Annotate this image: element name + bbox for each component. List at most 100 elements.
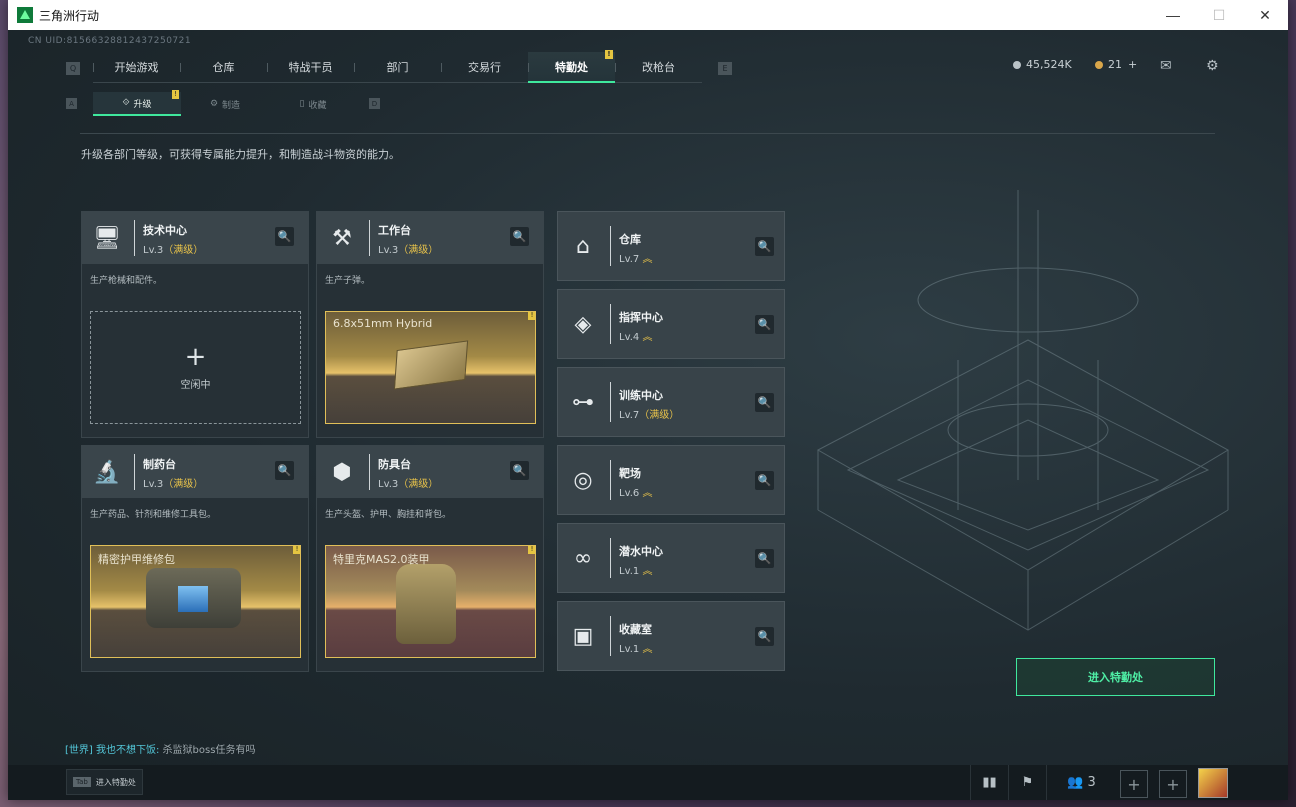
card-shooting-range[interactable]: ◎ 靶场 Lv.6 ︽ 🔍	[557, 445, 785, 515]
card-title: 潜水中心	[619, 545, 663, 558]
alert-badge: !	[528, 312, 535, 320]
ticket-icon	[1095, 60, 1103, 69]
search-icon[interactable]: 🔍	[510, 227, 529, 246]
empty-production-slot[interactable]: + 空闲中	[90, 311, 301, 424]
tab-label: 升级	[133, 99, 152, 110]
card-subtitle: 生产头盔、护甲、胸挂和背包。	[325, 510, 452, 520]
search-icon[interactable]: 🔍	[755, 549, 774, 568]
chat-sender: 我也不想下饭:	[96, 745, 160, 756]
ticket-balance[interactable]: 21 +	[1095, 58, 1137, 71]
card-collection-room[interactable]: ▣ 收藏室 Lv.1 ︽ 🔍	[557, 601, 785, 671]
alert-badge: !	[293, 546, 300, 554]
nav-next-key[interactable]: E	[718, 62, 732, 75]
computer-icon: 🖥	[93, 225, 121, 251]
base-structure-illustration	[816, 190, 1230, 631]
cubes-icon: ⬢	[332, 459, 352, 485]
slot-item-name: 精密护甲维修包	[98, 553, 175, 566]
card-level: Lv.4 ︽	[619, 332, 653, 343]
nav-prev-key[interactable]: Q	[66, 62, 80, 75]
card-diving-center[interactable]: ∞ 潜水中心 Lv.1 ︽ 🔍	[557, 523, 785, 593]
card-subtitle: 生产药品、针剂和维修工具包。	[90, 510, 217, 520]
card-level: Lv.3（满级）	[378, 479, 439, 490]
tab-collection[interactable]: ▯ 收藏	[269, 92, 357, 116]
chat-text: 杀监狱boss任务有吗	[162, 745, 256, 756]
mail-icon[interactable]: ✉	[1160, 58, 1172, 74]
search-icon[interactable]: 🔍	[755, 393, 774, 412]
divider	[134, 454, 135, 490]
chat-message[interactable]: [世界] 我也不想下饭: 杀监狱boss任务有吗	[65, 741, 255, 756]
card-tech-center[interactable]: 🖥 技术中心 Lv.3（满级） 🔍 生产枪械和配件。 + 空闲中	[81, 211, 309, 438]
slot-item-name: 特里克MAS2.0装甲	[333, 553, 430, 566]
friends-count: 3	[1087, 775, 1096, 790]
card-subtitle: 生产子弹。	[325, 276, 371, 286]
alert-badge: !	[605, 50, 613, 59]
card-level: Lv.7 ︽	[619, 254, 653, 265]
enter-special-ops-button[interactable]: 进入特勤处	[1016, 658, 1215, 696]
flag-icon[interactable]: ⚑	[1008, 765, 1046, 800]
stats-icon[interactable]: ▮▮	[970, 765, 1008, 800]
avatar[interactable]	[1198, 768, 1228, 798]
minimize-button[interactable]: —	[1150, 0, 1196, 30]
card-pharmacy[interactable]: 🔬 制药台 Lv.3（满级） 🔍 生产药品、针剂和维修工具包。 精密护甲维修包 …	[81, 445, 309, 672]
card-level: Lv.1 ︽	[619, 566, 653, 577]
coin-icon	[1013, 60, 1021, 69]
add-party-slot-button[interactable]: +	[1159, 770, 1187, 798]
card-command-center[interactable]: ◈ 指挥中心 Lv.4 ︽ 🔍	[557, 289, 785, 359]
search-icon[interactable]: 🔍	[275, 227, 294, 246]
app-logo-icon	[17, 7, 33, 23]
search-icon[interactable]: 🔍	[755, 627, 774, 646]
card-level: Lv.6 ︽	[619, 488, 653, 499]
repair-kit-image	[146, 568, 241, 628]
tab-craft[interactable]: ⚙ 制造	[181, 92, 269, 116]
game-window: 三角洲行动 — ☐ ✕ CN UID:8156632881243725072​1	[8, 0, 1288, 800]
card-workbench[interactable]: ⚒ 工作台 Lv.3（满级） 🔍 生产子弹。 6.8x51mm Hybrid !	[316, 211, 544, 438]
upgrade-icon: ⟐	[122, 98, 130, 108]
nav-warehouse[interactable]: 仓库	[180, 52, 267, 83]
search-icon[interactable]: 🔍	[275, 461, 294, 480]
search-icon[interactable]: 🔍	[510, 461, 529, 480]
nav-gunsmith[interactable]: 改枪台	[615, 52, 702, 83]
card-title: 指挥中心	[619, 311, 663, 324]
nav-special-ops[interactable]: 特勤处!	[528, 50, 615, 83]
tab-hint-label: 进入特勤处	[95, 777, 136, 787]
nav-label: 仓库	[212, 61, 235, 74]
card-training-center[interactable]: ⊶ 训练中心 Lv.7（满级） 🔍	[557, 367, 785, 437]
slot-item-name: 6.8x51mm Hybrid	[333, 317, 433, 330]
coin-balance[interactable]: 45,524K	[1013, 58, 1072, 71]
production-slot[interactable]: 6.8x51mm Hybrid !	[325, 311, 536, 424]
nav-operators[interactable]: 特战干员	[267, 52, 354, 83]
ticket-add-button[interactable]: +	[1128, 58, 1137, 71]
tab-key: Tab	[73, 777, 91, 787]
uid-label: CN UID:8156632881243725072​1	[28, 36, 192, 46]
add-party-slot-button[interactable]: +	[1120, 770, 1148, 798]
card-storage[interactable]: ⌂ 仓库 Lv.7 ︽ 🔍	[557, 211, 785, 281]
search-icon[interactable]: 🔍	[755, 237, 774, 256]
search-icon[interactable]: 🔍	[755, 471, 774, 490]
chat-channel: [世界]	[65, 745, 93, 756]
card-level: Lv.3（满级）	[143, 245, 204, 256]
card-armor-bench[interactable]: ⬢ 防具台 Lv.3（满级） 🔍 生产头盔、护甲、胸挂和背包。 特里克MAS2.…	[316, 445, 544, 672]
coin-amount: 45,524K	[1026, 58, 1072, 71]
close-button[interactable]: ✕	[1242, 0, 1288, 30]
friends-button[interactable]: 👥 3	[1046, 765, 1116, 800]
settings-icon[interactable]: ⚙	[1206, 58, 1219, 74]
tab-shortcut-hint[interactable]: Tab 进入特勤处	[66, 769, 143, 795]
search-icon[interactable]: 🔍	[755, 315, 774, 334]
card-title: 制药台	[143, 458, 176, 471]
divider	[610, 226, 611, 266]
nav-label: 特战干员	[288, 61, 333, 74]
tab-upgrade[interactable]: ⟐ 升级!	[93, 90, 181, 116]
nav-trading[interactable]: 交易行	[441, 52, 528, 83]
maximize-button[interactable]: ☐	[1196, 0, 1242, 30]
subnav-prev-key[interactable]: A	[66, 98, 77, 109]
production-slot[interactable]: 特里克MAS2.0装甲 !	[325, 545, 536, 658]
production-slot[interactable]: 精密护甲维修包 !	[90, 545, 301, 658]
tools-icon: ⚒	[332, 225, 352, 251]
subnav-next-key[interactable]: D	[369, 98, 380, 109]
nav-start-game[interactable]: 开始游戏	[93, 52, 180, 83]
nav-department[interactable]: 部门	[354, 52, 441, 83]
target-icon: ◎	[573, 467, 593, 493]
nav-label: 特勤处	[555, 60, 588, 74]
bottom-bar: Tab 进入特勤处 ▮▮ ⚑ 👥 3 + +	[8, 765, 1288, 800]
card-title: 靶场	[619, 467, 641, 480]
